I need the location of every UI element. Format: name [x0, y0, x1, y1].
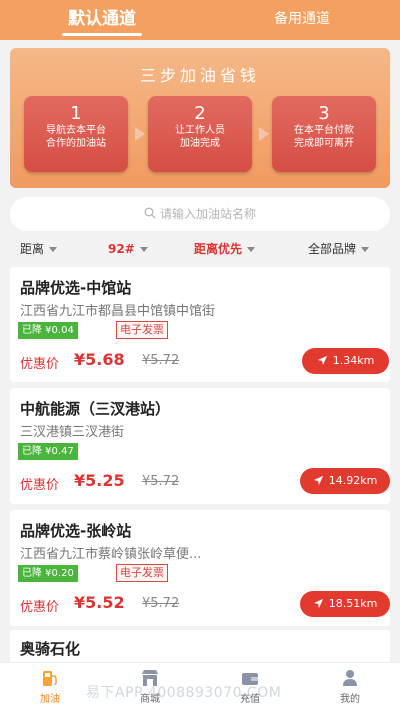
- station-card[interactable]: 品牌优选-中馆站 江西省九江市都昌县中馆镇中馆街 已降 ¥0.04 电子发票 优…: [10, 267, 390, 382]
- tab-label: 我的: [340, 694, 360, 705]
- step-text-line1: 在本平台付款: [294, 125, 354, 136]
- tab-backup-label: 备用通道: [274, 11, 330, 27]
- e-invoice-badge: 电子发票: [116, 564, 168, 582]
- filter-brand[interactable]: 全部品牌: [308, 236, 370, 262]
- filter-distance-label: 距离: [20, 242, 45, 256]
- step-number: 3: [318, 103, 330, 124]
- discount-price: ¥5.68: [74, 350, 125, 369]
- user-icon: [343, 670, 357, 686]
- e-invoice-badge: 电子发票: [116, 321, 168, 339]
- station-address: 三汊港镇三汊港街: [20, 425, 125, 440]
- original-price: ¥5.72: [142, 353, 180, 368]
- filter-brand-label: 全部品牌: [308, 242, 357, 256]
- filter-bar: 距离 92# 距离优先 全部品牌: [0, 236, 400, 262]
- caret-down-icon: [361, 247, 370, 252]
- discount-price-label: 优惠价: [20, 478, 60, 493]
- caret-down-icon: [247, 247, 256, 252]
- station-address: 江西省九江市都昌县中馆镇中馆街: [20, 304, 216, 319]
- arrow-right-icon: [135, 127, 145, 141]
- station-card[interactable]: 中航能源（三汊港站） 三汊港镇三汊港街 已降 ¥0.47 优惠价 ¥5.25 ¥…: [10, 388, 390, 504]
- caret-down-icon: [49, 247, 58, 252]
- station-name: 中航能源（三汊港站）: [20, 400, 171, 418]
- price-drop-badge: 已降 ¥0.04: [18, 322, 78, 339]
- step-2-card: 2 让工作人员 加油完成: [148, 96, 252, 172]
- distance-text: 1.34km: [332, 354, 375, 367]
- tab-label: 加油: [40, 694, 60, 705]
- price-drop-badge: 已降 ¥0.20: [18, 565, 78, 582]
- search-placeholder: 请输入加油站名称: [159, 207, 256, 221]
- discount-price: ¥5.52: [74, 593, 125, 612]
- tab-refuel[interactable]: 加油: [20, 663, 80, 710]
- navigation-arrow-icon: [313, 475, 323, 485]
- tab-backup-channel[interactable]: 备用通道: [262, 0, 342, 40]
- search-icon: [144, 207, 156, 219]
- step-3-card: 3 在本平台付款 完成即可离开: [272, 96, 376, 172]
- price-drop-badge: 已降 ¥0.47: [18, 443, 78, 460]
- tab-default-channel[interactable]: 默认通道: [62, 0, 142, 40]
- arrow-right-icon: [259, 127, 269, 141]
- caret-down-icon: [139, 247, 148, 252]
- distance-text: 18.51km: [328, 597, 378, 610]
- step-number: 1: [70, 103, 82, 124]
- original-price: ¥5.72: [142, 474, 180, 489]
- fuel-pump-icon: [43, 671, 57, 686]
- step-number: 2: [194, 103, 206, 124]
- navigate-button[interactable]: 18.51km: [300, 591, 390, 617]
- discount-price: ¥5.25: [74, 471, 125, 490]
- station-address: 江西省九江市蔡岭镇张岭草便...: [20, 547, 202, 562]
- step-text-line2: 完成即可离开: [294, 138, 354, 149]
- navigate-button[interactable]: 1.34km: [302, 348, 389, 374]
- discount-price-label: 优惠价: [20, 600, 60, 615]
- filter-fuel-type[interactable]: 92#: [108, 236, 148, 262]
- step-1-card: 1 导航去本平台 合作的加油站: [24, 96, 128, 172]
- station-name: 品牌优选-中馆站: [20, 279, 132, 297]
- navigation-arrow-icon: [317, 355, 327, 365]
- step-text-line1: 导航去本平台: [46, 125, 106, 136]
- promo-banner[interactable]: 三步加油省钱 1 导航去本平台 合作的加油站 2 让工作人员 加油完成 3 在本…: [10, 48, 390, 188]
- filter-sort[interactable]: 距离优先: [194, 236, 256, 262]
- distance-text: 14.92km: [328, 474, 378, 487]
- step-text-line2: 加油完成: [180, 138, 220, 149]
- station-card[interactable]: 品牌优选-张岭站 江西省九江市蔡岭镇张岭草便... 已降 ¥0.20 电子发票 …: [10, 510, 390, 626]
- original-price: ¥5.72: [142, 596, 180, 611]
- station-name: 品牌优选-张岭站: [20, 522, 132, 540]
- discount-price-label: 优惠价: [20, 357, 60, 372]
- navigation-arrow-icon: [313, 598, 323, 608]
- filter-distance[interactable]: 距离: [20, 236, 58, 262]
- banner-title: 三步加油省钱: [139, 66, 260, 85]
- filter-sort-label: 距离优先: [194, 242, 243, 256]
- watermark-text: 易下APP 4008893070.COM: [86, 685, 282, 701]
- top-tab-bar: 默认通道 备用通道: [0, 0, 400, 40]
- station-search-input[interactable]: 请输入加油站名称: [10, 197, 390, 231]
- filter-fuel-label: 92#: [108, 242, 135, 256]
- tab-profile[interactable]: 我的: [320, 663, 380, 710]
- tab-default-label: 默认通道: [68, 9, 136, 29]
- station-name: 奥骑石化: [20, 640, 81, 658]
- active-tab-indicator: [62, 33, 142, 36]
- step-text-line1: 让工作人员: [175, 125, 225, 136]
- navigate-button[interactable]: 14.92km: [300, 468, 390, 494]
- step-text-line2: 合作的加油站: [46, 138, 106, 149]
